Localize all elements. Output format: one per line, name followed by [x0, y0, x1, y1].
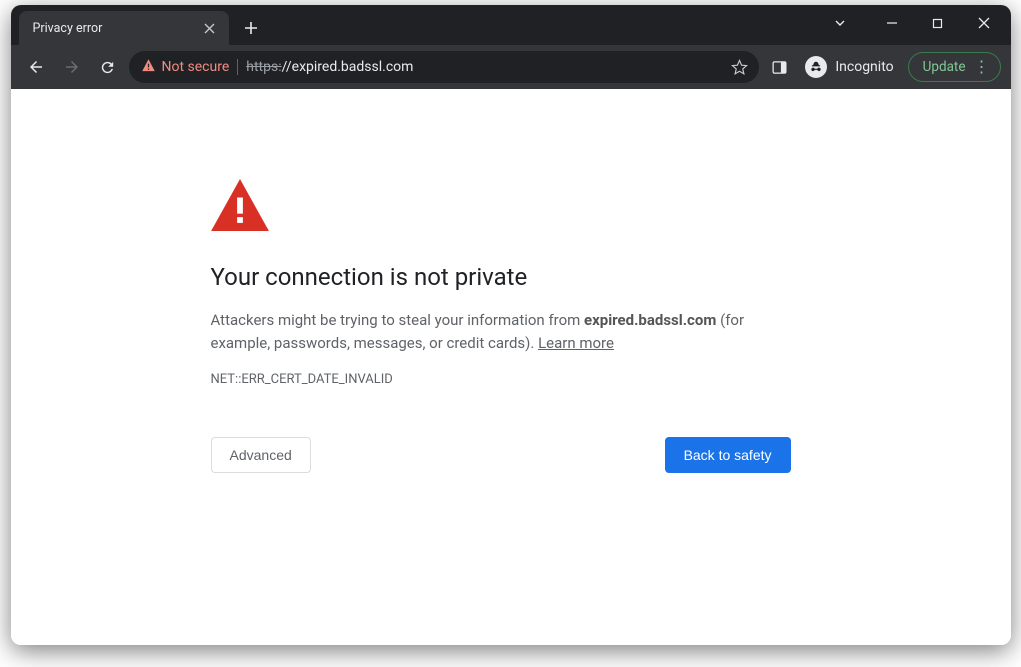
error-heading: Your connection is not private	[211, 263, 791, 291]
close-window-button[interactable]	[961, 7, 1007, 39]
incognito-label: Incognito	[835, 59, 893, 75]
reload-button[interactable]	[93, 52, 123, 82]
warning-triangle-icon	[141, 58, 156, 77]
tab-title: Privacy error	[33, 21, 103, 36]
error-domain: expired.badssl.com	[584, 311, 716, 329]
window-controls	[817, 5, 1007, 41]
security-indicator[interactable]: Not secure	[141, 58, 230, 77]
kebab-menu-icon[interactable]: ⋮	[974, 59, 990, 75]
new-tab-button[interactable]	[237, 14, 265, 42]
address-bar[interactable]: Not secure https://expired.badssl.com	[129, 51, 760, 83]
page-content: Your connection is not private Attackers…	[11, 89, 1011, 645]
update-label: Update	[923, 59, 966, 75]
advanced-button[interactable]: Advanced	[211, 437, 311, 473]
chevron-down-icon[interactable]	[817, 7, 863, 39]
toolbar: Not secure https://expired.badssl.com In…	[11, 45, 1011, 89]
forward-button[interactable]	[57, 52, 87, 82]
bookmark-star-icon[interactable]	[725, 53, 753, 81]
browser-window: Privacy error	[11, 5, 1011, 645]
warning-triangle-icon	[211, 179, 791, 235]
error-body: Attackers might be trying to steal your …	[211, 309, 791, 356]
learn-more-link[interactable]: Learn more	[538, 334, 614, 352]
url-text: https://expired.badssl.com	[246, 59, 717, 75]
update-button[interactable]: Update ⋮	[908, 52, 1001, 82]
url-rest: //expired.badssl.com	[282, 59, 414, 75]
error-code: NET::ERR_CERT_DATE_INVALID	[211, 372, 791, 387]
omnibox-divider	[237, 59, 238, 75]
button-row: Advanced Back to safety	[211, 437, 791, 473]
incognito-icon	[805, 56, 827, 78]
minimize-button[interactable]	[869, 7, 915, 39]
titlebar: Privacy error	[11, 5, 1011, 45]
back-to-safety-button[interactable]: Back to safety	[665, 437, 791, 473]
close-tab-icon[interactable]	[201, 19, 219, 37]
ssl-error-interstitial: Your connection is not private Attackers…	[211, 179, 791, 473]
incognito-indicator[interactable]: Incognito	[805, 56, 893, 78]
maximize-button[interactable]	[915, 7, 961, 39]
back-button[interactable]	[21, 52, 51, 82]
not-secure-label: Not secure	[162, 59, 230, 75]
browser-tab[interactable]: Privacy error	[19, 11, 229, 45]
url-scheme-struck: https:	[246, 59, 281, 75]
side-panel-icon[interactable]	[765, 53, 793, 81]
